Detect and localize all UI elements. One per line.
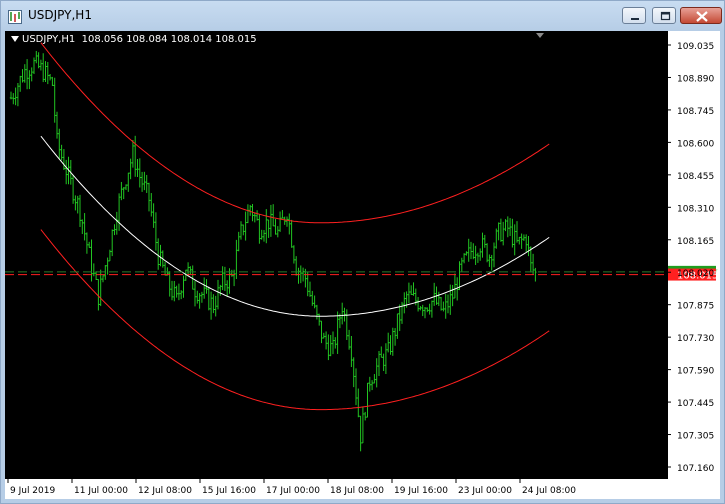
- symbol-name: USDJPY,H1: [22, 34, 76, 45]
- window-title: USDJPY,H1: [28, 8, 92, 22]
- chart-window: USDJPY,H1 108.027108.015109.035108.89010…: [0, 0, 725, 504]
- y-tick-label: 108.455: [677, 172, 714, 182]
- y-tick-label: 108.745: [677, 107, 714, 117]
- y-tick-label: 107.160: [677, 464, 714, 474]
- close-icon: [696, 11, 708, 22]
- x-tick-label: 17 Jul 00:00: [266, 486, 320, 496]
- y-tick-label: 107.590: [677, 367, 714, 377]
- restore-icon: [660, 11, 671, 21]
- x-tick-label: 23 Jul 00:00: [458, 486, 512, 496]
- restore-button[interactable]: [652, 7, 676, 24]
- y-tick-label: 107.875: [677, 302, 714, 312]
- chart-menu-triangle-icon[interactable]: [11, 34, 19, 45]
- y-tick-label: 108.020: [677, 269, 714, 279]
- chart-area[interactable]: 108.027108.015109.035108.890108.745108.6…: [5, 31, 720, 499]
- minimize-button[interactable]: [622, 7, 646, 24]
- price-axis-panel: [667, 31, 720, 479]
- minimize-icon: [631, 18, 639, 20]
- y-tick-label: 107.730: [677, 334, 714, 344]
- y-tick-label: 108.890: [677, 74, 714, 84]
- y-tick-label: 107.445: [677, 399, 714, 409]
- y-tick-label: 108.600: [677, 139, 714, 149]
- price-chart[interactable]: 108.027108.015109.035108.890108.745108.6…: [5, 31, 720, 499]
- title-bar[interactable]: USDJPY,H1: [1, 1, 724, 31]
- y-tick-label: 109.035: [677, 42, 714, 52]
- x-tick-label: 9 Jul 2019: [10, 486, 55, 496]
- x-tick-label: 12 Jul 08:00: [138, 486, 192, 496]
- y-tick-label: 107.305: [677, 432, 714, 442]
- y-tick-label: 108.310: [677, 204, 714, 214]
- ohlc-values: 108.056 108.084 108.014 108.015: [81, 34, 257, 45]
- x-tick-label: 15 Jul 16:00: [202, 486, 256, 496]
- x-tick-label: 24 Jul 08:00: [522, 486, 576, 496]
- x-tick-label: 18 Jul 08:00: [330, 486, 384, 496]
- chart-window-icon: [8, 9, 22, 24]
- close-button[interactable]: [680, 7, 722, 24]
- x-tick-label: 11 Jul 00:00: [74, 486, 128, 496]
- symbol-info: USDJPY,H1 108.056 108.084 108.014 108.01…: [11, 34, 257, 45]
- y-tick-label: 108.165: [677, 237, 714, 247]
- x-tick-label: 19 Jul 16:00: [394, 486, 448, 496]
